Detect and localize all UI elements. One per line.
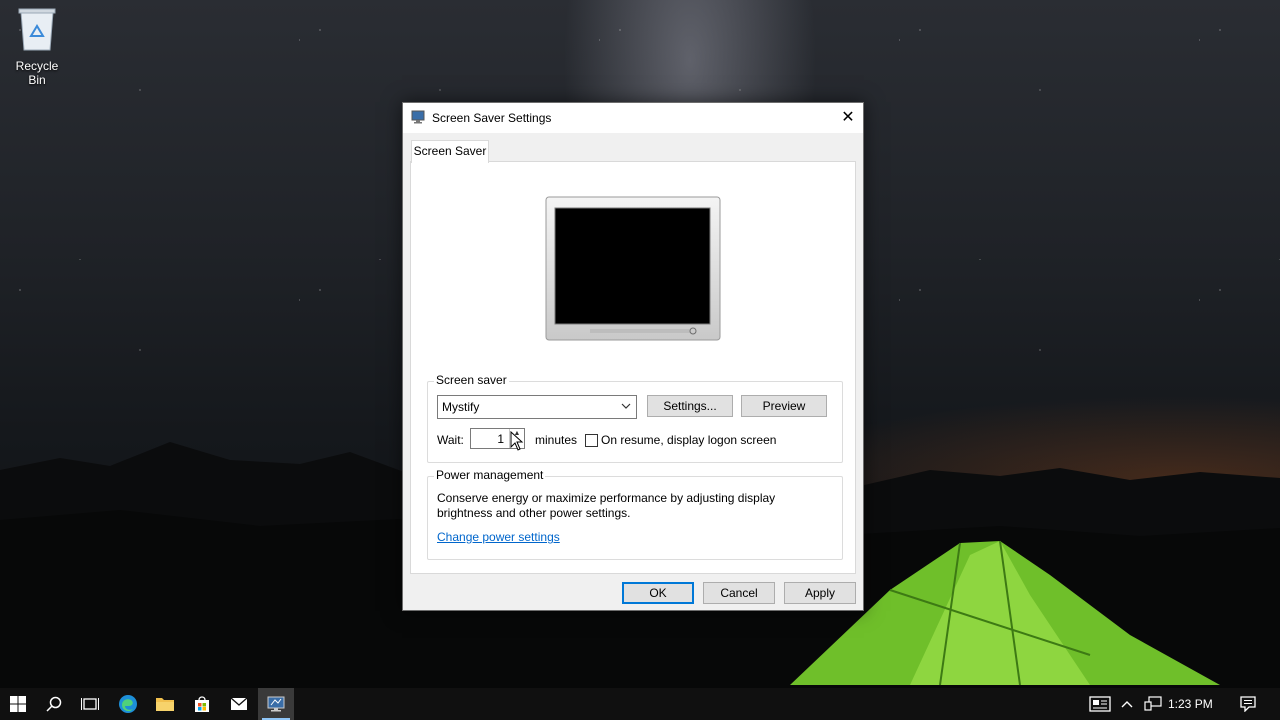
- resume-logon-label[interactable]: On resume, display logon screen: [601, 433, 776, 447]
- power-management-description: Conserve energy or maximize performance …: [437, 491, 776, 520]
- taskbar-file-explorer[interactable]: [147, 688, 183, 720]
- close-button[interactable]: ✕: [833, 103, 863, 133]
- settings-button[interactable]: Settings...: [647, 395, 733, 417]
- clock[interactable]: 1:23 PM: [1168, 688, 1213, 720]
- tab-panel: Screen saver Mystify Settings... Preview…: [410, 161, 856, 574]
- wait-label: Wait:: [437, 433, 464, 447]
- screen-saver-app-icon: [267, 696, 285, 712]
- mouse-cursor-icon: [510, 431, 524, 451]
- recycle-bin-icon: [18, 8, 56, 51]
- chevron-up-icon: [1121, 701, 1133, 708]
- news-icon: [1089, 696, 1111, 712]
- screen-saver-settings-dialog: Screen Saver Settings ✕ Screen Saver Scr…: [402, 102, 864, 611]
- power-management-group: Power management Conserve energy or maxi…: [427, 468, 843, 560]
- store-icon: [195, 696, 209, 712]
- dialog-titlebar[interactable]: Screen Saver Settings ✕: [403, 103, 863, 133]
- dialog-title: Screen Saver Settings: [432, 111, 552, 125]
- network-button[interactable]: [1138, 688, 1168, 720]
- search-button[interactable]: [36, 688, 72, 720]
- desktop-icon-recycle-bin[interactable]: Recycle Bin: [6, 6, 68, 87]
- start-icon: [10, 696, 26, 712]
- screen-saver-app-icon: [411, 110, 425, 124]
- task-view-icon: [81, 698, 99, 710]
- power-management-group-label: Power management: [434, 468, 546, 482]
- taskbar: 1:23 PM: [0, 688, 1280, 720]
- resume-logon-checkbox[interactable]: [585, 434, 598, 447]
- tab-screen-saver[interactable]: Screen Saver: [411, 140, 489, 163]
- screen-saver-group: Screen saver Mystify Settings... Preview…: [427, 373, 843, 463]
- taskbar-screen-saver-settings[interactable]: [258, 688, 294, 720]
- mail-icon: [230, 697, 248, 710]
- wait-value: 1: [497, 432, 504, 446]
- screen-saver-dropdown[interactable]: Mystify: [437, 395, 637, 419]
- change-power-settings-link[interactable]: Change power settings: [437, 530, 560, 544]
- close-icon: ✕: [841, 109, 855, 126]
- taskbar-store[interactable]: [184, 688, 220, 720]
- minutes-label: minutes: [535, 433, 578, 447]
- apply-button[interactable]: Apply: [784, 582, 856, 604]
- chevron-down-icon: [621, 403, 631, 409]
- task-view-button[interactable]: [72, 688, 108, 720]
- taskbar-mail[interactable]: [221, 688, 257, 720]
- desktop-icon-label: Recycle Bin: [15, 59, 59, 87]
- screen-saver-group-label: Screen saver: [434, 373, 509, 387]
- taskbar-edge[interactable]: [110, 688, 146, 720]
- screen-saver-selected-value: Mystify: [442, 400, 480, 414]
- cancel-button[interactable]: Cancel: [703, 582, 775, 604]
- preview-button[interactable]: Preview: [741, 395, 827, 417]
- network-icon: [1144, 696, 1162, 711]
- search-icon: [46, 696, 62, 712]
- edge-icon: [119, 695, 137, 713]
- monitor-preview: [545, 196, 721, 341]
- action-center-button[interactable]: [1230, 688, 1266, 720]
- action-center-icon: [1240, 696, 1256, 712]
- start-button[interactable]: [0, 688, 36, 720]
- file-explorer-icon: [156, 698, 174, 711]
- ok-button[interactable]: OK: [622, 582, 694, 604]
